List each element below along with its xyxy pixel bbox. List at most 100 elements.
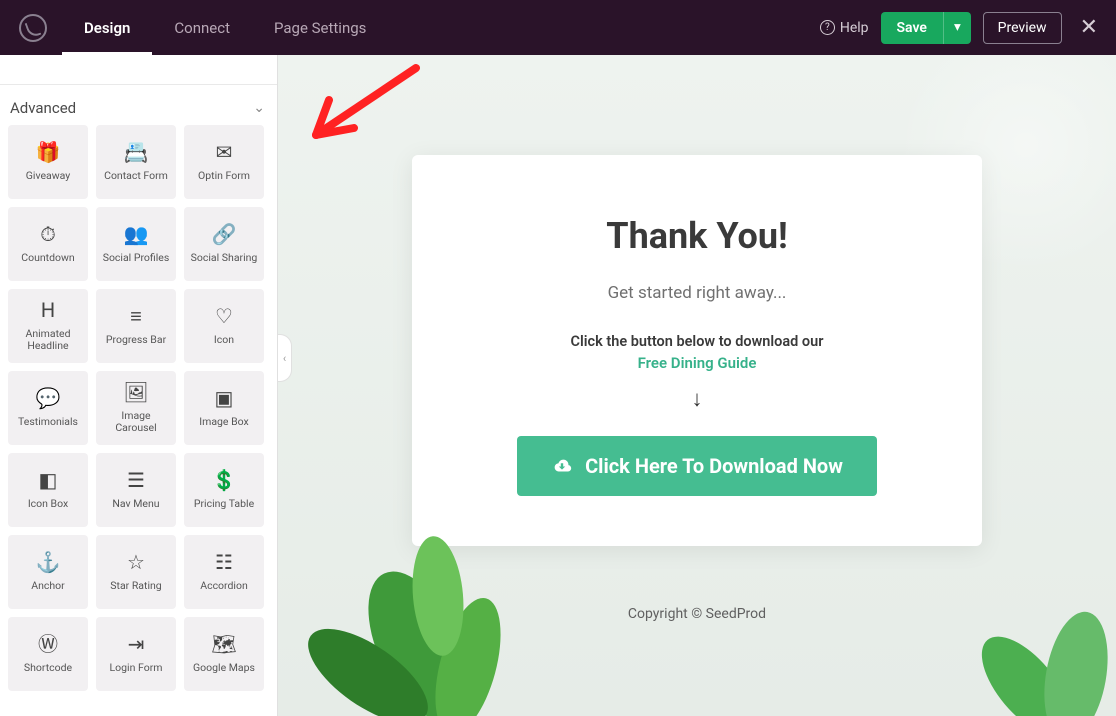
block-label: Image Box <box>199 416 248 428</box>
block-nav-menu[interactable]: ☰ Nav Menu <box>96 453 176 527</box>
block-label: Contact Form <box>104 170 168 182</box>
block-image-box[interactable]: ▣ Image Box <box>184 371 264 445</box>
giveaway-icon: 🎁 <box>36 142 61 162</box>
block-label: Google Maps <box>193 662 255 674</box>
block-star-rating[interactable]: ☆ Star Rating <box>96 535 176 609</box>
blocks-panel-top <box>0 55 277 85</box>
accordion-icon: ☷ <box>215 552 233 572</box>
cloud-download-icon <box>551 455 573 477</box>
preview-button[interactable]: Preview <box>983 12 1062 44</box>
block-contact-form[interactable]: 📇 Contact Form <box>96 125 176 199</box>
google-maps-icon: 🗺 <box>211 634 236 654</box>
block-label: Shortcode <box>24 662 72 674</box>
block-login-form[interactable]: ⇥ Login Form <box>96 617 176 691</box>
contact-form-icon: 📇 <box>124 142 149 162</box>
testimonials-icon: 💬 <box>36 388 61 408</box>
block-label: Icon Box <box>28 498 68 510</box>
canvas[interactable]: Thank You! Get started right away... Cli… <box>278 55 1116 716</box>
download-button[interactable]: Click Here To Download Now <box>517 436 877 496</box>
block-animated-headline[interactable]: H Animated Headline <box>8 289 88 363</box>
icon-icon: ♡ <box>215 306 233 326</box>
block-label: Pricing Table <box>194 498 254 510</box>
help-label: Help <box>840 20 869 36</box>
animated-headline-icon: H <box>41 300 55 320</box>
block-countdown[interactable]: ⏱ Countdown <box>8 207 88 281</box>
description-line[interactable]: Click the button below to download our <box>452 333 942 350</box>
block-optin-form[interactable]: ✉ Optin Form <box>184 125 264 199</box>
block-google-maps[interactable]: 🗺 Google Maps <box>184 617 264 691</box>
block-label: Countdown <box>21 252 74 264</box>
block-icon[interactable]: ♡ Icon <box>184 289 264 363</box>
progress-bar-icon: ≡ <box>130 306 142 326</box>
image-carousel-icon: 🖼 <box>123 382 148 402</box>
block-label: Login Form <box>110 662 163 674</box>
panel-collapse-handle[interactable]: ‹ <box>278 334 292 382</box>
close-button[interactable]: ✕ <box>1074 17 1104 39</box>
block-label: Social Profiles <box>103 252 170 264</box>
tab-page-settings[interactable]: Page Settings <box>252 0 388 55</box>
countdown-icon: ⏱ <box>40 224 56 244</box>
app-logo[interactable] <box>12 14 54 42</box>
nav-menu-icon: ☰ <box>127 470 145 490</box>
blocks-grid: 🎁 Giveaway 📇 Contact Form ✉ Optin Form ⏱ Countd… <box>0 125 277 711</box>
block-accordion[interactable]: ☷ Accordion <box>184 535 264 609</box>
block-label: Progress Bar <box>106 334 166 346</box>
save-button[interactable]: Save <box>881 12 943 44</box>
anchor-icon: ⚓ <box>36 552 61 572</box>
block-label: Optin Form <box>198 170 250 182</box>
section-advanced-header[interactable]: Advanced ⌄ <box>0 85 277 125</box>
block-label: Icon <box>214 334 234 346</box>
block-icon-box[interactable]: ◧ Icon Box <box>8 453 88 527</box>
topbar-right: ? Help Save ▾ Preview ✕ <box>820 12 1104 44</box>
tab-design[interactable]: Design <box>62 0 152 55</box>
icon-box-icon: ◧ <box>39 470 58 490</box>
block-label: Image Carousel <box>100 410 172 434</box>
pricing-table-icon: 💲 <box>212 470 237 490</box>
block-social-sharing[interactable]: 🔗 Social Sharing <box>184 207 264 281</box>
block-label: Star Rating <box>110 580 161 592</box>
block-anchor[interactable]: ⚓ Anchor <box>8 535 88 609</box>
section-title: Advanced <box>10 99 76 117</box>
tab-connect[interactable]: Connect <box>152 0 252 55</box>
block-progress-bar[interactable]: ≡ Progress Bar <box>96 289 176 363</box>
image-box-icon: ▣ <box>215 388 234 408</box>
arrow-down-icon: ↓ <box>452 386 942 412</box>
download-button-label: Click Here To Download Now <box>585 454 843 478</box>
block-label: Testimonials <box>18 416 78 428</box>
social-profiles-icon: 👥 <box>124 224 149 244</box>
block-testimonials[interactable]: 💬 Testimonials <box>8 371 88 445</box>
login-form-icon: ⇥ <box>128 634 145 654</box>
tabs: Design Connect Page Settings <box>62 0 388 55</box>
chevron-down-icon: ▾ <box>954 20 961 35</box>
guide-link[interactable]: Free Dining Guide <box>452 354 942 372</box>
leaf-icon <box>19 14 47 42</box>
optin-form-icon: ✉ <box>216 142 233 162</box>
shortcode-icon: Ⓦ <box>38 634 58 654</box>
star-rating-icon: ☆ <box>127 552 145 572</box>
block-label: Giveaway <box>26 170 71 182</box>
help-icon: ? <box>820 20 835 35</box>
main: Advanced ⌄ 🎁 Giveaway 📇 Contact Form ✉ Optin … <box>0 55 1116 716</box>
content-card[interactable]: Thank You! Get started right away... Cli… <box>412 155 982 546</box>
block-label: Accordion <box>200 580 248 592</box>
subheadline[interactable]: Get started right away... <box>452 283 942 303</box>
block-label: Nav Menu <box>112 498 159 510</box>
block-label: Anchor <box>31 580 64 592</box>
save-dropdown[interactable]: ▾ <box>943 12 971 44</box>
copyright-text[interactable]: Copyright © SeedProd <box>278 606 1116 622</box>
help-link[interactable]: ? Help <box>820 20 869 36</box>
chevron-down-icon: ⌄ <box>253 100 265 116</box>
topbar: Design Connect Page Settings ? Help Save… <box>0 0 1116 55</box>
block-image-carousel[interactable]: 🖼 Image Carousel <box>96 371 176 445</box>
save-group: Save ▾ <box>881 12 971 44</box>
block-social-profiles[interactable]: 👥 Social Profiles <box>96 207 176 281</box>
block-pricing-table[interactable]: 💲 Pricing Table <box>184 453 264 527</box>
block-shortcode[interactable]: Ⓦ Shortcode <box>8 617 88 691</box>
blocks-panel: Advanced ⌄ 🎁 Giveaway 📇 Contact Form ✉ Optin … <box>0 55 278 716</box>
block-label: Social Sharing <box>191 252 258 264</box>
plant-decoration <box>966 576 1116 716</box>
headline[interactable]: Thank You! <box>452 215 942 257</box>
block-label: Animated Headline <box>12 328 84 352</box>
social-sharing-icon: 🔗 <box>212 224 237 244</box>
block-giveaway[interactable]: 🎁 Giveaway <box>8 125 88 199</box>
